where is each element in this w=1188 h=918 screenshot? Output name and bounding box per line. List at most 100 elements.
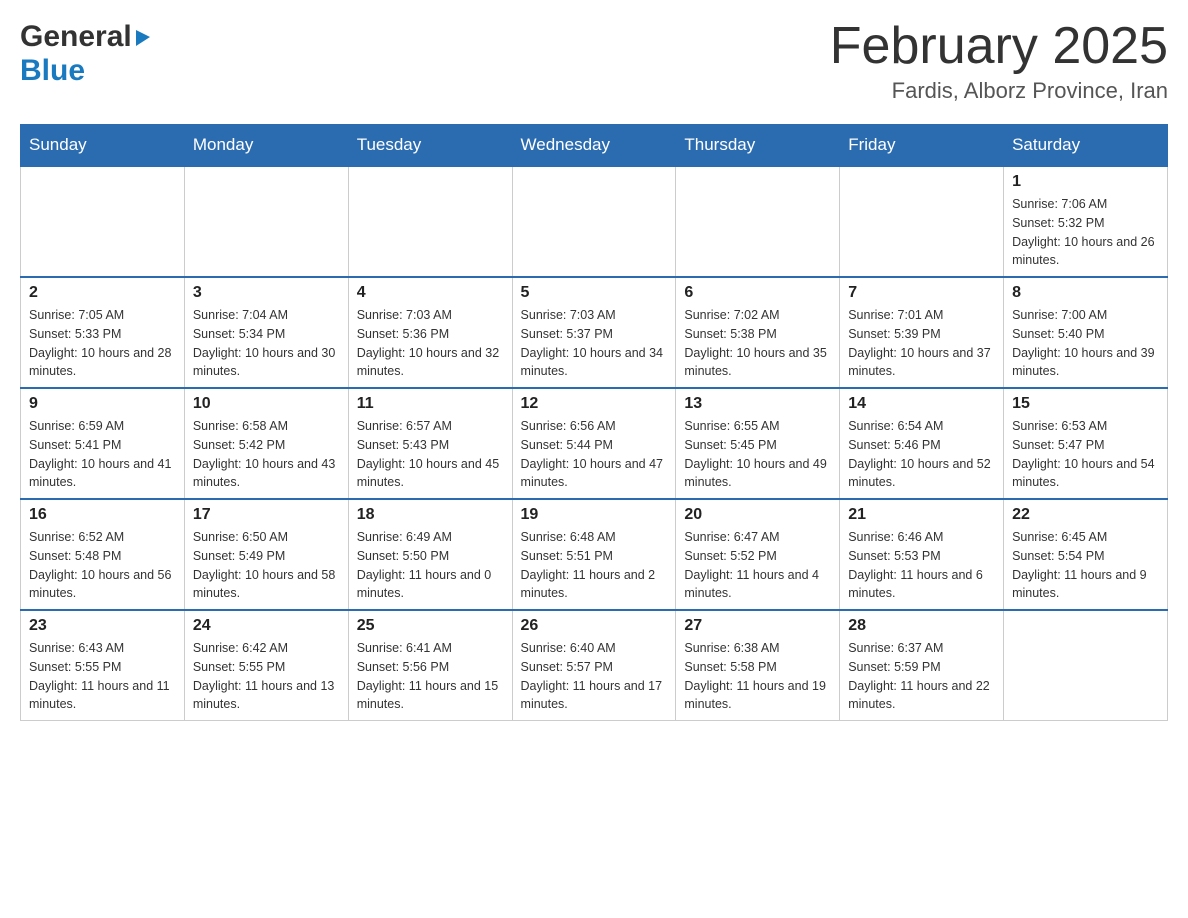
- calendar-table: SundayMondayTuesdayWednesdayThursdayFrid…: [20, 124, 1168, 721]
- day-info: Sunrise: 6:49 AM Sunset: 5:50 PM Dayligh…: [357, 528, 504, 603]
- day-number: 27: [684, 617, 831, 635]
- logo-general-text: General: [20, 20, 132, 54]
- day-number: 3: [193, 284, 340, 302]
- day-info: Sunrise: 7:02 AM Sunset: 5:38 PM Dayligh…: [684, 306, 831, 381]
- calendar-cell: 21 Sunrise: 6:46 AM Sunset: 5:53 PM Dayli…: [840, 499, 1004, 610]
- calendar-cell: 17 Sunrise: 6:50 AM Sunset: 5:49 PM Dayli…: [184, 499, 348, 610]
- calendar-cell: 24 Sunrise: 6:42 AM Sunset: 5:55 PM Dayli…: [184, 610, 348, 721]
- calendar-cell: [184, 166, 348, 277]
- day-info: Sunrise: 7:06 AM Sunset: 5:32 PM Dayligh…: [1012, 195, 1159, 270]
- day-info: Sunrise: 6:41 AM Sunset: 5:56 PM Dayligh…: [357, 639, 504, 714]
- day-of-week-header: Saturday: [1004, 125, 1168, 167]
- day-of-week-header: Wednesday: [512, 125, 676, 167]
- calendar-cell: 6 Sunrise: 7:02 AM Sunset: 5:38 PM Daylig…: [676, 277, 840, 388]
- calendar-cell: 1 Sunrise: 7:06 AM Sunset: 5:32 PM Daylig…: [1004, 166, 1168, 277]
- day-info: Sunrise: 7:01 AM Sunset: 5:39 PM Dayligh…: [848, 306, 995, 381]
- day-info: Sunrise: 6:58 AM Sunset: 5:42 PM Dayligh…: [193, 417, 340, 492]
- day-number: 19: [521, 506, 668, 524]
- day-info: Sunrise: 6:47 AM Sunset: 5:52 PM Dayligh…: [684, 528, 831, 603]
- calendar-cell: 8 Sunrise: 7:00 AM Sunset: 5:40 PM Daylig…: [1004, 277, 1168, 388]
- day-info: Sunrise: 6:45 AM Sunset: 5:54 PM Dayligh…: [1012, 528, 1159, 603]
- day-info: Sunrise: 6:42 AM Sunset: 5:55 PM Dayligh…: [193, 639, 340, 714]
- calendar-cell: [840, 166, 1004, 277]
- calendar-cell: 12 Sunrise: 6:56 AM Sunset: 5:44 PM Dayli…: [512, 388, 676, 499]
- day-info: Sunrise: 6:59 AM Sunset: 5:41 PM Dayligh…: [29, 417, 176, 492]
- calendar-cell: 16 Sunrise: 6:52 AM Sunset: 5:48 PM Dayli…: [21, 499, 185, 610]
- calendar-cell: 4 Sunrise: 7:03 AM Sunset: 5:36 PM Daylig…: [348, 277, 512, 388]
- day-info: Sunrise: 6:37 AM Sunset: 5:59 PM Dayligh…: [848, 639, 995, 714]
- calendar-cell: 11 Sunrise: 6:57 AM Sunset: 5:43 PM Dayli…: [348, 388, 512, 499]
- day-info: Sunrise: 7:05 AM Sunset: 5:33 PM Dayligh…: [29, 306, 176, 381]
- day-info: Sunrise: 6:43 AM Sunset: 5:55 PM Dayligh…: [29, 639, 176, 714]
- calendar-cell: 20 Sunrise: 6:47 AM Sunset: 5:52 PM Dayli…: [676, 499, 840, 610]
- calendar-cell: [21, 166, 185, 277]
- calendar-cell: 27Sunrise: 6:38 AM Sunset: 5:58 PM Dayli…: [676, 610, 840, 721]
- location-text: Fardis, Alborz Province, Iran: [830, 78, 1168, 104]
- day-number: 28: [848, 617, 995, 635]
- logo: General Blue: [20, 20, 154, 88]
- page-header: General Blue February 2025 Fardis, Albor…: [20, 20, 1168, 104]
- calendar-cell: 19 Sunrise: 6:48 AM Sunset: 5:51 PM Dayli…: [512, 499, 676, 610]
- day-of-week-header: Tuesday: [348, 125, 512, 167]
- calendar-cell: 2Sunrise: 7:05 AM Sunset: 5:33 PM Daylig…: [21, 277, 185, 388]
- day-number: 9: [29, 395, 176, 413]
- day-number: 23: [29, 617, 176, 635]
- calendar-cell: 26 Sunrise: 6:40 AM Sunset: 5:57 PM Dayli…: [512, 610, 676, 721]
- day-number: 21: [848, 506, 995, 524]
- calendar-cell: 22Sunrise: 6:45 AM Sunset: 5:54 PM Dayli…: [1004, 499, 1168, 610]
- day-number: 15: [1012, 395, 1159, 413]
- calendar-cell: 25 Sunrise: 6:41 AM Sunset: 5:56 PM Dayli…: [348, 610, 512, 721]
- day-info: Sunrise: 6:50 AM Sunset: 5:49 PM Dayligh…: [193, 528, 340, 603]
- day-info: Sunrise: 6:55 AM Sunset: 5:45 PM Dayligh…: [684, 417, 831, 492]
- day-number: 16: [29, 506, 176, 524]
- calendar-week-row: 9 Sunrise: 6:59 AM Sunset: 5:41 PM Daylig…: [21, 388, 1168, 499]
- day-number: 14: [848, 395, 995, 413]
- calendar-cell: 10 Sunrise: 6:58 AM Sunset: 5:42 PM Dayli…: [184, 388, 348, 499]
- day-info: Sunrise: 6:57 AM Sunset: 5:43 PM Dayligh…: [357, 417, 504, 492]
- day-number: 1: [1012, 173, 1159, 191]
- day-number: 20: [684, 506, 831, 524]
- day-number: 12: [521, 395, 668, 413]
- day-of-week-header: Thursday: [676, 125, 840, 167]
- calendar-header-row: SundayMondayTuesdayWednesdayThursdayFrid…: [21, 125, 1168, 167]
- calendar-week-row: 23 Sunrise: 6:43 AM Sunset: 5:55 PM Dayli…: [21, 610, 1168, 721]
- calendar-cell: 5Sunrise: 7:03 AM Sunset: 5:37 PM Daylig…: [512, 277, 676, 388]
- day-info: Sunrise: 6:53 AM Sunset: 5:47 PM Dayligh…: [1012, 417, 1159, 492]
- day-number: 6: [684, 284, 831, 302]
- day-number: 4: [357, 284, 504, 302]
- calendar-week-row: 1 Sunrise: 7:06 AM Sunset: 5:32 PM Daylig…: [21, 166, 1168, 277]
- day-info: Sunrise: 7:00 AM Sunset: 5:40 PM Dayligh…: [1012, 306, 1159, 381]
- day-info: Sunrise: 6:46 AM Sunset: 5:53 PM Dayligh…: [848, 528, 995, 603]
- day-number: 24: [193, 617, 340, 635]
- day-number: 13: [684, 395, 831, 413]
- calendar-cell: 7 Sunrise: 7:01 AM Sunset: 5:39 PM Daylig…: [840, 277, 1004, 388]
- day-number: 26: [521, 617, 668, 635]
- day-number: 25: [357, 617, 504, 635]
- calendar-cell: 15 Sunrise: 6:53 AM Sunset: 5:47 PM Dayli…: [1004, 388, 1168, 499]
- logo-blue-text: Blue: [20, 54, 85, 87]
- calendar-cell: 13 Sunrise: 6:55 AM Sunset: 5:45 PM Dayli…: [676, 388, 840, 499]
- day-number: 18: [357, 506, 504, 524]
- calendar-week-row: 2Sunrise: 7:05 AM Sunset: 5:33 PM Daylig…: [21, 277, 1168, 388]
- calendar-cell: 18 Sunrise: 6:49 AM Sunset: 5:50 PM Dayli…: [348, 499, 512, 610]
- calendar-week-row: 16 Sunrise: 6:52 AM Sunset: 5:48 PM Dayli…: [21, 499, 1168, 610]
- day-number: 17: [193, 506, 340, 524]
- day-info: Sunrise: 6:52 AM Sunset: 5:48 PM Dayligh…: [29, 528, 176, 603]
- calendar-cell: 9 Sunrise: 6:59 AM Sunset: 5:41 PM Daylig…: [21, 388, 185, 499]
- day-of-week-header: Friday: [840, 125, 1004, 167]
- day-info: Sunrise: 6:56 AM Sunset: 5:44 PM Dayligh…: [521, 417, 668, 492]
- day-number: 10: [193, 395, 340, 413]
- day-info: Sunrise: 7:04 AM Sunset: 5:34 PM Dayligh…: [193, 306, 340, 381]
- day-of-week-header: Sunday: [21, 125, 185, 167]
- day-info: Sunrise: 6:54 AM Sunset: 5:46 PM Dayligh…: [848, 417, 995, 492]
- day-info: Sunrise: 7:03 AM Sunset: 5:36 PM Dayligh…: [357, 306, 504, 381]
- day-number: 11: [357, 395, 504, 413]
- calendar-cell: 23 Sunrise: 6:43 AM Sunset: 5:55 PM Dayli…: [21, 610, 185, 721]
- calendar-cell: [348, 166, 512, 277]
- day-info: Sunrise: 6:40 AM Sunset: 5:57 PM Dayligh…: [521, 639, 668, 714]
- logo-triangle-icon: [132, 26, 154, 48]
- day-number: 8: [1012, 284, 1159, 302]
- day-info: Sunrise: 6:48 AM Sunset: 5:51 PM Dayligh…: [521, 528, 668, 603]
- day-number: 7: [848, 284, 995, 302]
- day-of-week-header: Monday: [184, 125, 348, 167]
